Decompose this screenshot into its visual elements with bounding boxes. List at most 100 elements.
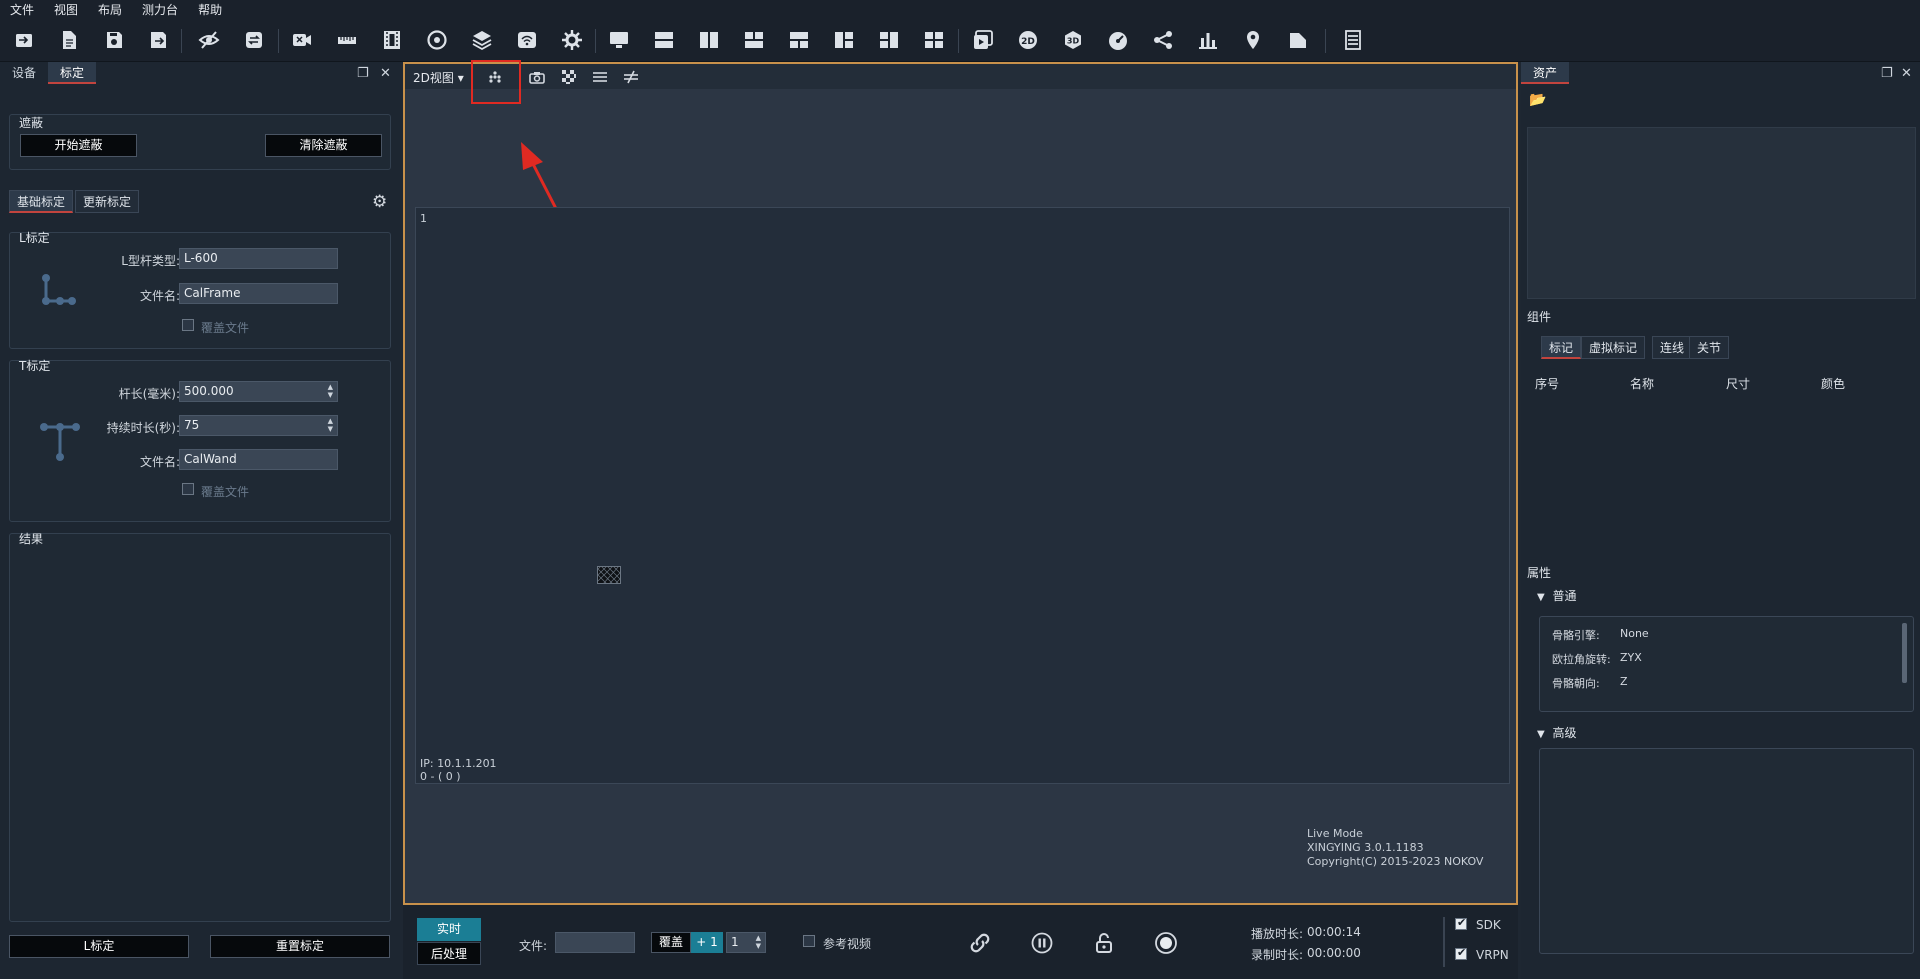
tab-basic-calibration[interactable]: 基础标定 xyxy=(9,190,74,213)
reset-calibration-button[interactable]: 重置标定 xyxy=(210,935,390,958)
disc-icon[interactable] xyxy=(424,28,450,52)
list-icon[interactable] xyxy=(1340,28,1366,52)
spin-icon[interactable]: ▲ ▼ xyxy=(328,383,333,399)
film-icon[interactable] xyxy=(379,28,405,52)
tab-markers[interactable]: 标记 xyxy=(1541,336,1582,359)
save-as-icon[interactable] xyxy=(146,28,172,52)
unlock-icon[interactable] xyxy=(1092,931,1116,955)
video-camera-icon[interactable] xyxy=(289,28,315,52)
link-icon[interactable] xyxy=(968,931,992,955)
t-calibration-group: T标定 杆长(毫米): 500.000 ▲ ▼ 持续时长(秒): 75 ▲ ▼ 文件… xyxy=(9,359,391,522)
realtime-button[interactable]: 实时 xyxy=(417,918,481,941)
play-video-icon[interactable] xyxy=(970,28,996,52)
menu-file[interactable]: 文件 xyxy=(10,1,34,18)
l-overwrite-checkbox[interactable] xyxy=(182,319,194,331)
prop-key-bone-engine: 骨骼引擎: xyxy=(1552,629,1600,642)
layout-1-icon[interactable] xyxy=(651,28,677,52)
camera-view[interactable]: 1 IP: 10.1.1.201 0 - ( 0 ) xyxy=(415,207,1510,784)
overwrite-button[interactable]: 覆盖 xyxy=(651,932,691,953)
file-label: 文件: xyxy=(519,939,548,953)
layout-7-icon[interactable] xyxy=(921,28,947,52)
float-icon[interactable]: ❐ xyxy=(1881,66,1893,81)
spin-icon[interactable]: ▲ ▼ xyxy=(756,934,761,950)
post-process-button[interactable]: 后处理 xyxy=(417,942,481,965)
2d-icon[interactable]: 2D xyxy=(1015,28,1041,52)
tab-device[interactable]: 设备 xyxy=(0,62,48,84)
count-field[interactable]: 1 ▲ ▼ xyxy=(726,932,766,953)
clear-mask-button[interactable]: 清除遮蔽 xyxy=(265,134,382,157)
ref-video-checkbox[interactable] xyxy=(803,935,815,947)
lines-icon[interactable] xyxy=(587,66,613,88)
t-overwrite-checkbox[interactable] xyxy=(182,483,194,495)
l-type-field[interactable]: L-600 xyxy=(179,248,338,269)
close-icon[interactable]: ✕ xyxy=(1901,66,1912,81)
l-group-title: L标定 xyxy=(19,231,50,245)
settings-icon[interactable] xyxy=(559,28,585,52)
tab-links[interactable]: 连线 xyxy=(1652,336,1693,359)
calibration-settings-icon[interactable]: ⚙ xyxy=(372,192,387,212)
save-icon[interactable] xyxy=(101,28,127,52)
layout-5-icon[interactable] xyxy=(831,28,857,52)
menu-force-plate[interactable]: 测力台 xyxy=(142,1,178,18)
tab-update-calibration[interactable]: 更新标定 xyxy=(75,190,140,213)
gauge-icon[interactable] xyxy=(1105,28,1131,52)
l-file-field[interactable]: CalFrame xyxy=(179,283,338,304)
layout-4-icon[interactable] xyxy=(786,28,812,52)
prop-value-euler[interactable]: ZYX xyxy=(1620,651,1642,664)
t-duration-field[interactable]: 75 ▲ ▼ xyxy=(179,415,338,436)
spin-icon[interactable]: ▲ ▼ xyxy=(328,417,333,433)
advanced-label: 高级 xyxy=(1552,726,1577,740)
layout-2-icon[interactable] xyxy=(696,28,722,52)
tab-assets[interactable]: 资产 xyxy=(1521,62,1570,84)
props-scrollbar[interactable] xyxy=(1902,623,1907,683)
t-file-field[interactable]: CalWand xyxy=(179,449,338,470)
file-field[interactable] xyxy=(555,932,635,953)
document-icon[interactable] xyxy=(1285,28,1311,52)
3d-icon[interactable]: 3D xyxy=(1060,28,1086,52)
frame-info: 0 - ( 0 ) xyxy=(420,770,461,783)
sdk-checkbox[interactable]: ✔ xyxy=(1455,916,1467,930)
layout-3-icon[interactable] xyxy=(741,28,767,52)
tab-virtual-markers[interactable]: 虚拟标记 xyxy=(1581,336,1646,359)
wireless-icon[interactable] xyxy=(514,28,540,52)
checker-icon[interactable] xyxy=(556,66,582,88)
folder-open-icon[interactable]: 📂 xyxy=(1529,92,1546,108)
prop-value-bone-direction[interactable]: Z xyxy=(1620,675,1628,688)
t-length-field[interactable]: 500.000 ▲ ▼ xyxy=(179,381,338,402)
svg-text:2D: 2D xyxy=(1021,37,1035,47)
monitor-icon[interactable] xyxy=(606,28,632,52)
record-icon[interactable] xyxy=(1154,931,1178,955)
prop-value-bone-engine[interactable]: None xyxy=(1620,627,1649,640)
hide-icon[interactable] xyxy=(196,28,222,52)
t-length-value: 500.000 xyxy=(184,384,234,398)
close-icon[interactable]: ✕ xyxy=(380,66,391,81)
refresh-icon[interactable] xyxy=(241,28,267,52)
ruler-icon[interactable] xyxy=(334,28,360,52)
t-length-label: 杆长(毫米): xyxy=(118,387,180,401)
start-mask-button[interactable]: 开始遮蔽 xyxy=(20,134,137,157)
view-mode-dropdown[interactable]: 2D视图 ▾ xyxy=(413,69,464,86)
advanced-props-box xyxy=(1539,748,1914,954)
layout-6-icon[interactable] xyxy=(876,28,902,52)
graph-icon[interactable] xyxy=(1150,28,1176,52)
vrpn-checkbox[interactable]: ✔ xyxy=(1455,946,1467,960)
menu-view[interactable]: 视图 xyxy=(54,1,78,18)
new-file-icon[interactable] xyxy=(56,28,82,52)
tab-joints[interactable]: 关节 xyxy=(1689,336,1730,359)
bar-chart-icon[interactable] xyxy=(1195,28,1221,52)
tab-calibration[interactable]: 标定 xyxy=(48,62,97,84)
not-equal-icon[interactable] xyxy=(618,66,644,88)
advanced-section[interactable]: ▼ 高级 xyxy=(1537,724,1577,741)
general-section[interactable]: ▼ 普通 xyxy=(1537,587,1577,604)
pin-icon[interactable] xyxy=(1240,28,1266,52)
camera-icon[interactable] xyxy=(524,66,550,88)
menu-help[interactable]: 帮助 xyxy=(198,1,222,18)
layers-icon[interactable] xyxy=(469,28,495,52)
l-calibration-button[interactable]: L标定 xyxy=(9,935,189,958)
asset-list[interactable] xyxy=(1527,127,1916,299)
menu-layout[interactable]: 布局 xyxy=(98,1,122,18)
float-icon[interactable]: ❐ xyxy=(357,66,369,81)
pause-icon[interactable] xyxy=(1030,931,1054,955)
increment-button[interactable]: + 1 xyxy=(691,932,723,953)
open-icon[interactable] xyxy=(11,28,37,52)
